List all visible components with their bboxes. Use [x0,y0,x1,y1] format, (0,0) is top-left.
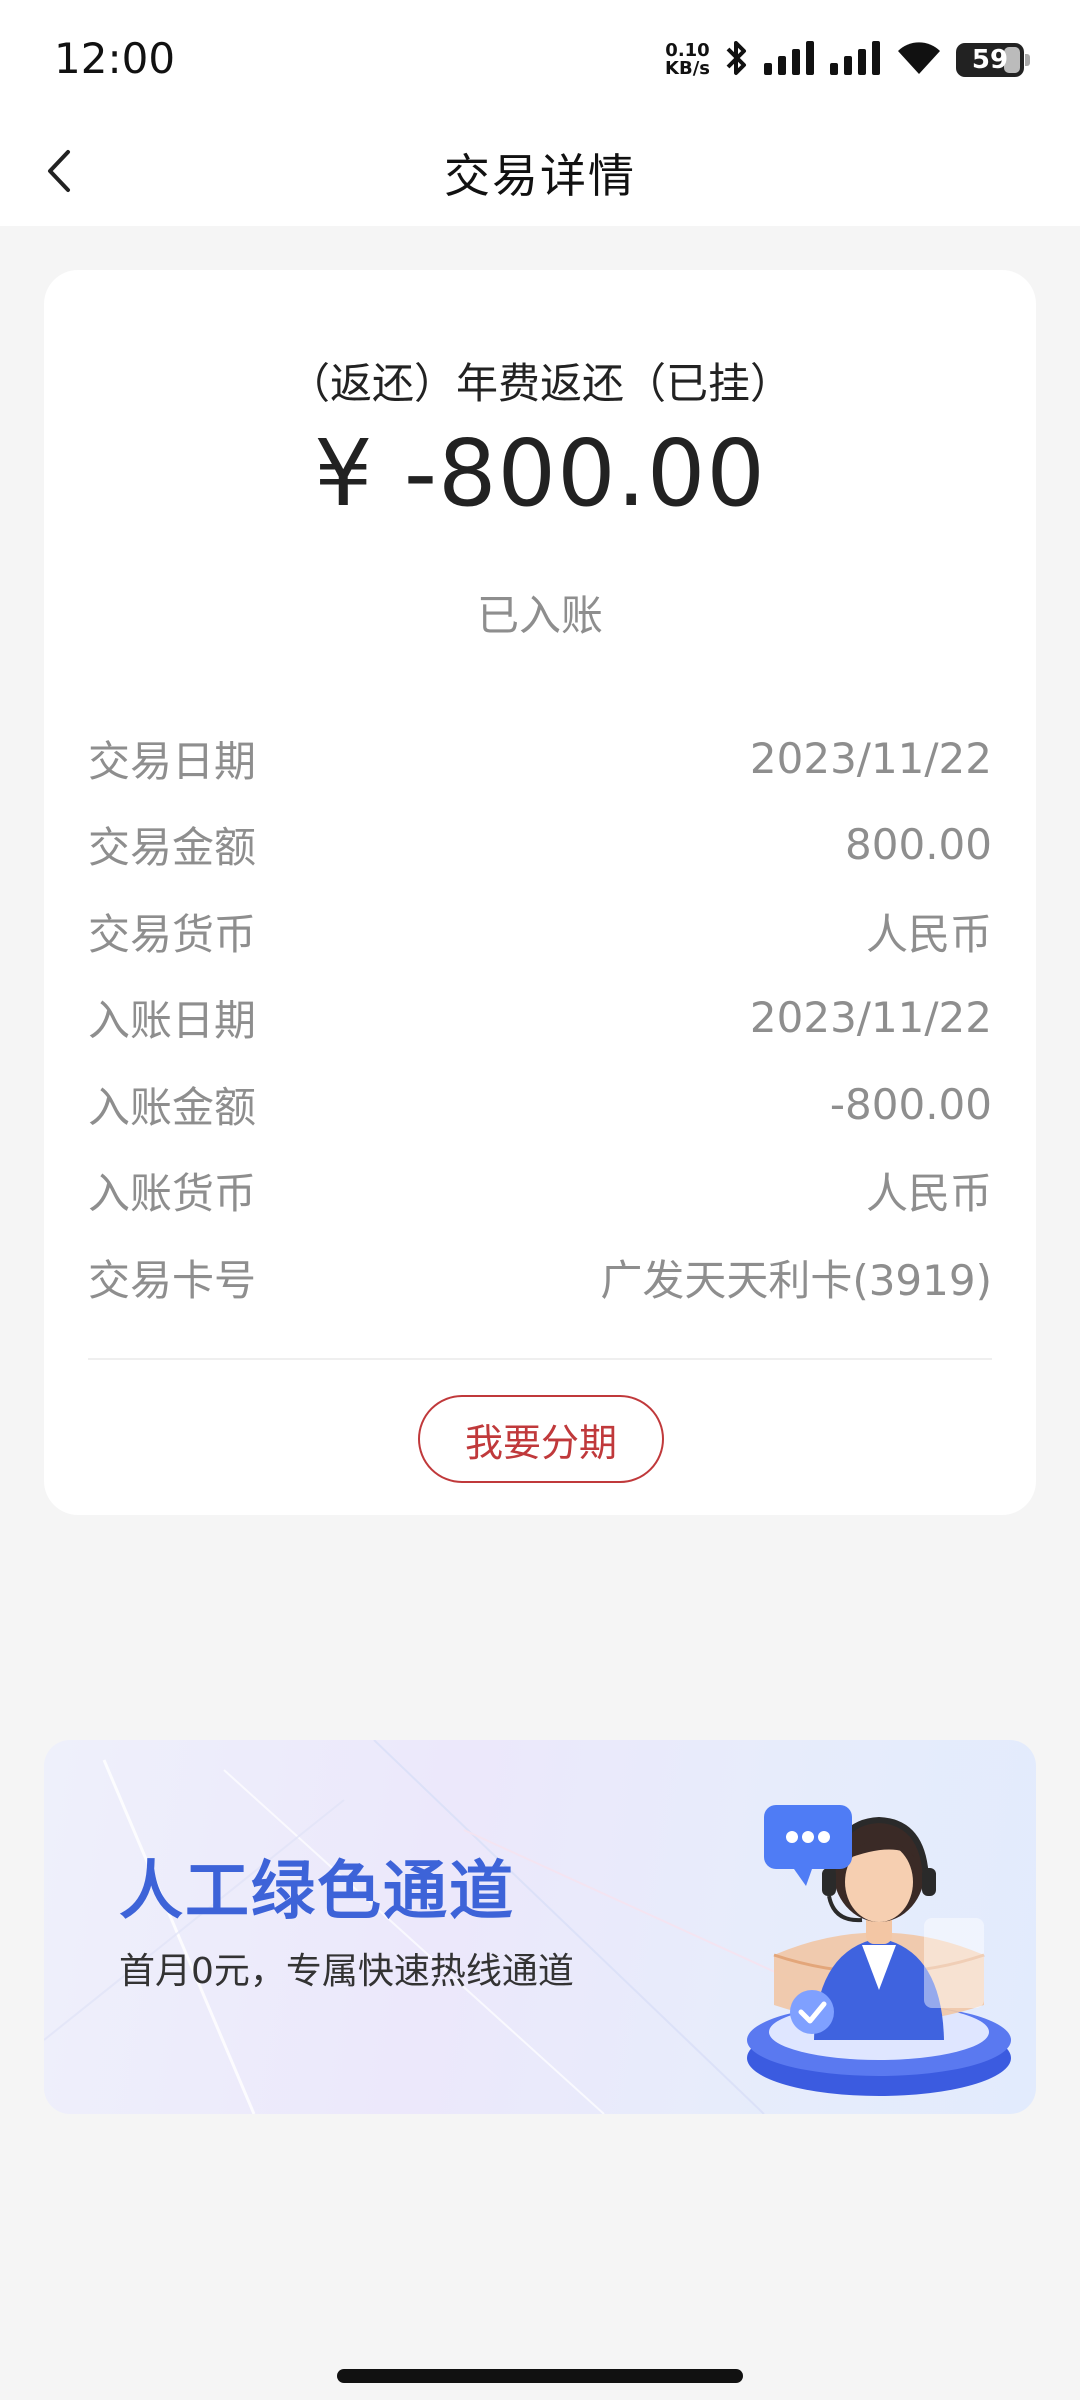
detail-label: 交易金额 [88,823,257,873]
detail-value: 广发天天利卡(3919) [600,1255,992,1305]
bluetooth-icon [724,38,750,82]
status-bar: 12:00 0.10 KB/s 59 [0,0,1080,118]
transaction-amount: ¥ -800.00 [314,420,766,527]
signal-icon [830,41,882,79]
transaction-status: 已入账 [476,591,603,640]
home-indicator[interactable] [337,2369,743,2383]
detail-value: 2023/11/22 [749,733,992,783]
banner-title: 人工绿色通道 [119,1855,515,1929]
signal-icon [764,41,816,79]
transaction-title: （返还）年费返还（已挂） [287,359,792,408]
card-divider [88,1358,992,1360]
wifi-icon [896,40,942,80]
nav-header: 交易详情 [0,118,1080,226]
network-speed: 0.10 KB/s [665,42,710,78]
detail-value: 2023/11/22 [749,993,992,1043]
status-time: 12:00 [54,34,176,83]
detail-label: 交易货币 [88,909,257,959]
detail-row-posting-date: 入账日期 2023/11/22 [88,975,992,1062]
customer-service-agent-icon [747,1805,1011,2096]
detail-label: 交易卡号 [88,1255,257,1305]
detail-label: 入账金额 [88,1082,257,1132]
green-channel-banner[interactable]: 人工绿色通道 首月0元，专属快速热线通道 [44,1740,1036,2114]
detail-row-transaction-amount: 交易金额 800.00 [88,802,992,889]
detail-row-posting-amount: 入账金额 -800.00 [88,1061,992,1148]
network-speed-unit: KB/s [665,58,710,79]
detail-label: 入账货币 [88,1169,257,1219]
detail-value: 800.00 [845,820,992,870]
page-title: 交易详情 [444,149,636,203]
detail-label: 交易日期 [88,736,257,786]
detail-row-posting-currency: 入账货币 人民币 [88,1148,992,1235]
installment-button[interactable]: 我要分期 [418,1395,664,1483]
battery-icon: 59 [956,43,1030,77]
battery-level: 59 [971,45,1009,75]
detail-row-transaction-currency: 交易货币 人民币 [88,888,992,975]
detail-value: 人民币 [865,909,992,959]
detail-row-transaction-date: 交易日期 2023/11/22 [88,715,992,802]
detail-row-card-number: 交易卡号 广发天天利卡(3919) [88,1234,992,1321]
detail-value: -800.00 [829,1079,992,1129]
status-icons: 0.10 KB/s 59 [665,38,1030,82]
transaction-card: （返还）年费返还（已挂） ¥ -800.00 已入账 交易日期 2023/11/… [44,270,1036,1515]
banner-subtitle: 首月0元，专属快速热线通道 [119,1951,574,1992]
detail-list: 交易日期 2023/11/22 交易金额 800.00 交易货币 人民币 入账日… [88,715,992,1321]
detail-label: 入账日期 [88,996,257,1046]
detail-value: 人民币 [865,1169,992,1219]
